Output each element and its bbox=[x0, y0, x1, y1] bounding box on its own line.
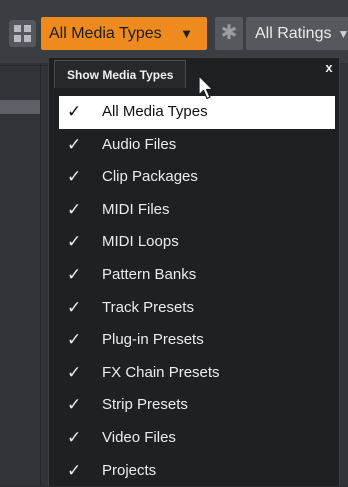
menu-item-label: Clip Packages bbox=[102, 168, 198, 186]
star-icon: ✱ bbox=[220, 22, 238, 44]
menu-item-projects[interactable]: ✓ Projects bbox=[59, 455, 335, 487]
checkmark-icon: ✓ bbox=[67, 134, 82, 154]
checkmark-icon: ✓ bbox=[67, 199, 82, 219]
ratings-value: All Ratings bbox=[255, 25, 332, 42]
close-icon[interactable]: x bbox=[321, 60, 337, 76]
checkmark-icon: ✓ bbox=[67, 264, 82, 284]
menu-item-label: Strip Presets bbox=[102, 396, 188, 414]
checkmark-icon: ✓ bbox=[67, 297, 82, 317]
menu-item-label: MIDI Loops bbox=[102, 233, 179, 251]
menu-item-pattern-banks[interactable]: ✓ Pattern Banks bbox=[59, 259, 335, 292]
menu-item-label: Video Files bbox=[102, 428, 176, 446]
checkmark-icon: ✓ bbox=[67, 395, 82, 415]
media-types-menu: Show Media Types x ✓ All Media Types ✓ A… bbox=[48, 57, 340, 486]
ratings-dropdown[interactable]: All Ratings ▼ bbox=[246, 17, 348, 50]
menu-items: ✓ All Media Types ✓ Audio Files ✓ Clip P… bbox=[59, 96, 335, 487]
menu-item-label: Pattern Banks bbox=[102, 265, 197, 283]
menu-item-label: Projects bbox=[102, 461, 157, 479]
menu-header: Show Media Types x bbox=[49, 58, 339, 90]
checkmark-icon: ✓ bbox=[67, 362, 82, 382]
menu-item-label: Plug-in Presets bbox=[102, 331, 204, 349]
triangle-down-icon: ▼ bbox=[337, 27, 348, 41]
checkmark-icon: ✓ bbox=[67, 460, 82, 480]
menu-item-label: All Media Types bbox=[102, 103, 208, 120]
divider bbox=[40, 63, 41, 486]
checkmark-icon: ✓ bbox=[67, 102, 82, 121]
menu-item-strip-presets[interactable]: ✓ Strip Presets bbox=[59, 389, 335, 422]
media-types-value: All Media Types bbox=[49, 25, 162, 42]
menu-item-label: Track Presets bbox=[102, 298, 194, 316]
menu-item-clip-packages[interactable]: ✓ Clip Packages bbox=[59, 161, 335, 194]
checkmark-icon: ✓ bbox=[67, 427, 82, 447]
menu-item-video-files[interactable]: ✓ Video Files bbox=[59, 422, 335, 455]
background-panel bbox=[0, 63, 48, 486]
menu-title: Show Media Types bbox=[54, 60, 187, 88]
menu-item-midi-loops[interactable]: ✓ MIDI Loops bbox=[59, 226, 335, 259]
media-types-dropdown[interactable]: All Media Types ▼ bbox=[41, 17, 207, 50]
menu-item-audio-files[interactable]: ✓ Audio Files bbox=[59, 129, 335, 162]
view-toggle-button[interactable] bbox=[9, 20, 36, 47]
triangle-down-icon: ▼ bbox=[180, 26, 193, 41]
menu-item-plug-in-presets[interactable]: ✓ Plug-in Presets bbox=[59, 324, 335, 357]
background-panel-right bbox=[340, 63, 348, 486]
checkmark-icon: ✓ bbox=[67, 232, 82, 252]
menu-item-midi-files[interactable]: ✓ MIDI Files bbox=[59, 194, 335, 227]
mouse-pointer-icon bbox=[198, 75, 214, 100]
selected-row[interactable] bbox=[0, 100, 40, 114]
checkmark-icon: ✓ bbox=[67, 330, 82, 350]
grid-layout-icon bbox=[14, 25, 31, 42]
menu-item-label: MIDI Files bbox=[102, 200, 170, 218]
checkmark-icon: ✓ bbox=[67, 167, 82, 187]
rating-filter-button[interactable]: ✱ bbox=[215, 17, 243, 50]
menu-item-track-presets[interactable]: ✓ Track Presets bbox=[59, 292, 335, 325]
menu-item-all-media-types[interactable]: ✓ All Media Types bbox=[59, 96, 335, 129]
menu-item-label: Audio Files bbox=[102, 135, 177, 153]
menu-item-fx-chain-presets[interactable]: ✓ FX Chain Presets bbox=[59, 357, 335, 390]
toolbar: All Media Types ▼ ✱ All Ratings ▼ bbox=[0, 0, 348, 63]
menu-item-label: FX Chain Presets bbox=[102, 363, 220, 381]
